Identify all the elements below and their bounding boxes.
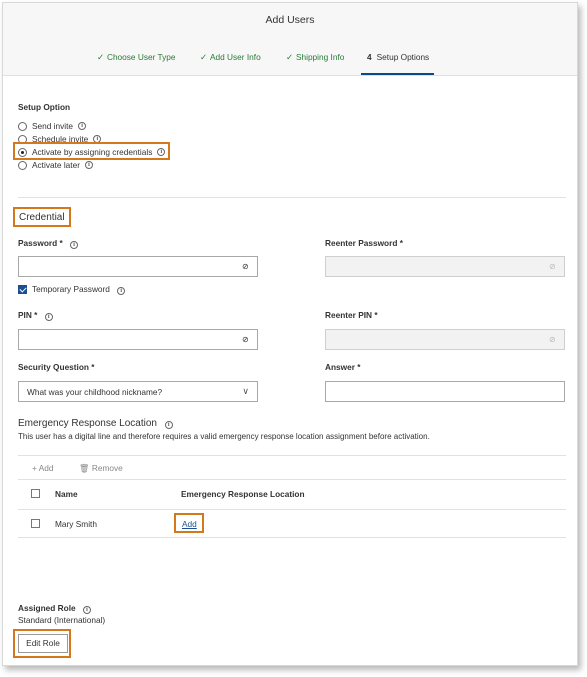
password-input[interactable]: ⊘ (18, 256, 258, 277)
step-setup-options[interactable]: 4 Setup Options (367, 52, 429, 62)
info-icon: i (70, 241, 79, 249)
row-checkbox[interactable] (31, 519, 40, 528)
answer-label: Answer * (325, 362, 361, 372)
add-users-dialog: Add Users ✓ Choose User Type ✓ Add User In… (2, 2, 578, 666)
reenter-password-input: ⊘ (325, 256, 565, 277)
pin-label-text: PIN * (18, 310, 38, 320)
plus-icon: + (32, 463, 37, 473)
checkmark-icon: ✓ (97, 52, 104, 62)
step-number: 4 (367, 52, 372, 62)
step-shipping-info[interactable]: ✓ Shipping Info (286, 52, 344, 62)
info-icon: i (117, 287, 126, 295)
radio-label: Send invite (32, 121, 74, 131)
eye-slash-icon[interactable]: ⊘ (242, 336, 251, 344)
erl-description: This user has a digital line and therefo… (18, 432, 430, 441)
highlight-box (13, 629, 71, 658)
active-step-indicator (361, 73, 434, 75)
add-label: Add (38, 463, 54, 473)
assigned-role-label: Assigned Role i (18, 603, 91, 614)
info-icon: i (164, 421, 173, 429)
divider (18, 479, 566, 480)
column-header-erl: Emergency Response Location (181, 489, 305, 499)
divider (18, 537, 566, 538)
page-title: Add Users (265, 14, 315, 26)
radio-label: Activate later (32, 160, 80, 170)
step-add-user-info[interactable]: ✓ Add User Info (200, 52, 261, 62)
step-label: Setup Options (376, 52, 430, 62)
temporary-password-checkbox[interactable] (18, 285, 27, 294)
checkmark-icon: ✓ (200, 52, 207, 62)
remove-label: Remove (91, 463, 123, 473)
select-value: What was your childhood nickname? (27, 387, 163, 397)
security-question-label: Security Question * (18, 362, 95, 372)
divider (18, 197, 566, 198)
highlight-box (13, 142, 170, 160)
radio-button[interactable] (18, 121, 27, 131)
select-all-checkbox[interactable] (31, 489, 40, 498)
pin-label: PIN * i (18, 310, 53, 321)
temporary-password-label: Temporary Password i (32, 284, 126, 295)
assigned-role-value: Standard (International) (18, 615, 106, 625)
security-question-select[interactable]: What was your childhood nickname? ∨ (18, 381, 258, 402)
assigned-role-text: Assigned Role (18, 603, 76, 613)
eye-slash-icon: ⊘ (549, 262, 556, 271)
step-label: Shipping Info (295, 52, 345, 62)
eye-slash-icon[interactable]: ⊘ (242, 263, 251, 271)
column-header-name: Name (55, 489, 78, 499)
reenter-password-label: Reenter Password * (325, 238, 403, 248)
setup-option-label: Setup Option (18, 102, 71, 112)
highlight-box (174, 513, 204, 533)
erl-heading-text: Emergency Response Location (18, 418, 157, 429)
info-icon: i (78, 122, 87, 130)
info-icon: i (44, 313, 53, 321)
password-label: Password * i (18, 238, 79, 249)
radio-send-invite[interactable]: Send invite i (18, 120, 87, 132)
pin-input[interactable]: ⊘ (18, 329, 258, 350)
reenter-pin-label: Reenter PIN * (325, 310, 378, 320)
eye-slash-icon: ⊘ (549, 335, 556, 344)
step-choose-user-type[interactable]: ✓ Choose User Type (97, 52, 176, 62)
add-erl-button[interactable]: + Add (32, 463, 53, 473)
erl-heading: Emergency Response Location i (18, 418, 173, 429)
divider (18, 509, 566, 510)
radio-activate-later[interactable]: Activate later i (18, 159, 93, 171)
chevron-down-icon: ∨ (242, 386, 249, 396)
row-name: Mary Smith (55, 519, 97, 529)
password-label-text: Password * (18, 238, 63, 248)
radio-button[interactable] (18, 160, 27, 170)
highlight-box (13, 207, 71, 227)
divider (18, 455, 566, 456)
checkmark-icon: ✓ (286, 52, 293, 62)
trash-icon: 🗑︎ (79, 463, 90, 473)
remove-erl-button[interactable]: 🗑︎ Remove (79, 463, 123, 474)
step-label: Add User Info (209, 52, 261, 62)
info-icon: i (82, 606, 91, 614)
wizard-header: Add Users ✓ Choose User Type ✓ Add User In… (3, 3, 577, 76)
reenter-pin-input: ⊘ (325, 329, 565, 350)
step-label: Choose User Type (106, 52, 176, 62)
info-icon: i (84, 161, 93, 169)
answer-input[interactable] (325, 381, 565, 402)
temporary-password-text: Temporary Password (32, 284, 110, 294)
